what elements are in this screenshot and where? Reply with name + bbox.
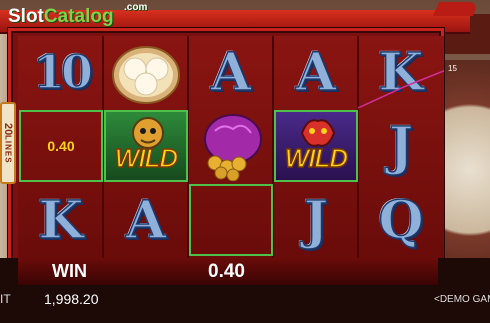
symbol-cell: J — [274, 184, 358, 256]
demo-game-button[interactable]: <DEMO GAM — [434, 294, 490, 305]
symbol-k: K — [378, 41, 425, 104]
bao-buns-icon — [112, 46, 180, 104]
symbol-cell — [189, 110, 273, 182]
symbol-cell: K — [19, 184, 103, 256]
credit-label: IT — [0, 292, 11, 306]
logo-slot: Slot — [8, 6, 44, 27]
symbol-a: A — [125, 189, 167, 252]
wild-label: WILD — [114, 142, 179, 174]
symbol-cell: J — [359, 110, 443, 182]
background-moon-window — [440, 60, 490, 280]
wild-symbol-tiger: WILD — [104, 110, 188, 182]
symbol-cell: A — [104, 184, 188, 256]
win-cell: 0.40 — [19, 110, 103, 182]
win-amount: 0.40 — [208, 261, 245, 282]
symbol-j: J — [388, 115, 414, 178]
win-label: WIN — [52, 261, 87, 281]
symbol-q: Q — [378, 189, 425, 252]
symbol-cell: 10 — [19, 36, 103, 108]
symbol-j: J — [303, 189, 329, 252]
symbol-cell: A — [189, 36, 273, 108]
site-logo: SlotCatalog .com — [8, 2, 147, 28]
wild-label: WILD — [284, 142, 349, 174]
win-cell-empty — [189, 184, 273, 256]
symbol-cell: A — [274, 36, 358, 108]
cell-win-value: 0.40 — [47, 138, 75, 154]
reel-area: 10 0.40 K WILD A A A WILD J K J Q — [18, 36, 444, 258]
logo-catalog: Catalog — [43, 6, 114, 27]
wild-symbol-dragon: WILD — [274, 110, 358, 182]
credit-amount: 1,998.20 — [44, 291, 99, 307]
lucky-bag-icon — [204, 114, 262, 181]
symbol-k: K — [38, 189, 85, 252]
symbol-cell: Q — [359, 184, 443, 256]
symbol-a: A — [295, 41, 337, 104]
symbol-ten: 10 — [32, 44, 94, 100]
lines-badge: 20 LINES — [0, 102, 16, 184]
symbol-a: A — [210, 41, 252, 104]
symbol-cell: K — [359, 36, 443, 108]
lines-label: LINES — [3, 134, 13, 164]
payline-number: 15 — [448, 64, 457, 73]
lines-count: 20 — [2, 122, 14, 135]
symbol-cell — [104, 36, 188, 108]
logo-com: .com — [124, 2, 148, 13]
